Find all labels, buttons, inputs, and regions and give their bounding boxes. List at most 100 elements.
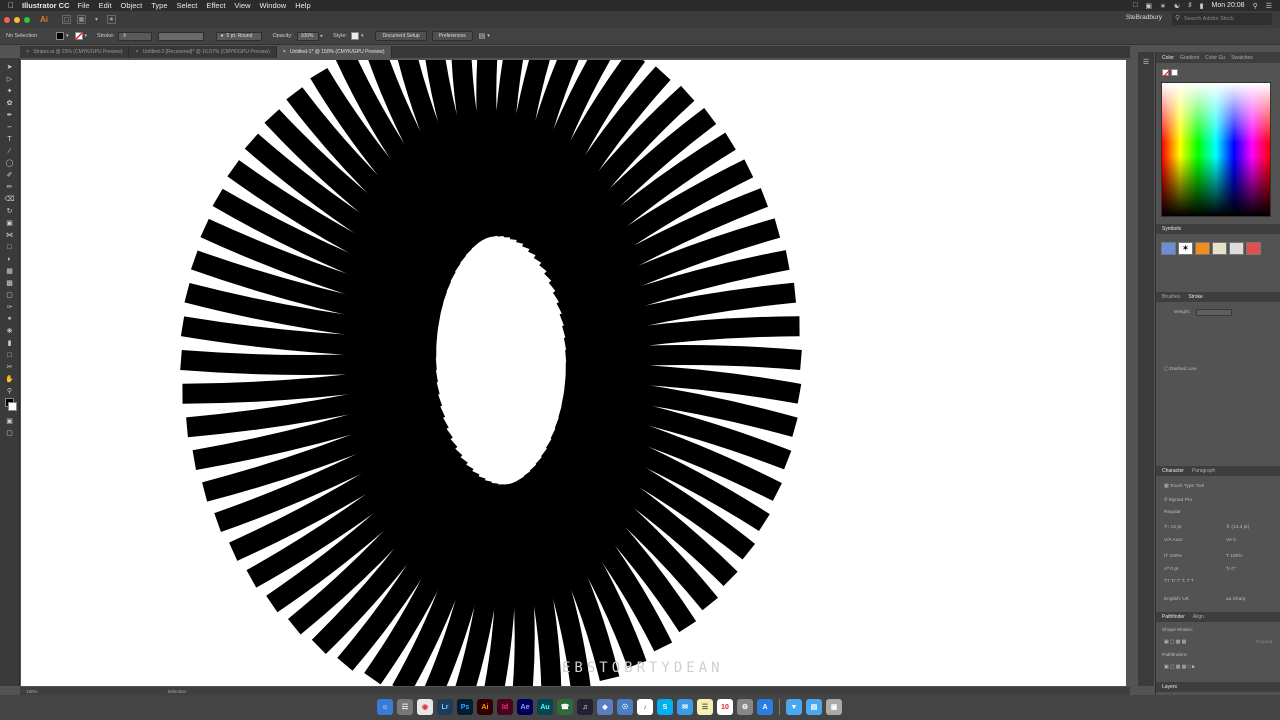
symbol-thumb[interactable] xyxy=(1246,242,1261,255)
pathfinder-buttons[interactable]: ▣ ▢ ▩ ▦ □ ■ xyxy=(1164,665,1195,670)
tab-pathfinder[interactable]: Pathfinder xyxy=(1162,614,1185,620)
audition-icon[interactable]: Au xyxy=(537,699,553,715)
facetime-icon[interactable]: ☎ xyxy=(557,699,573,715)
slice-tool-icon[interactable]: ✂ xyxy=(4,361,16,373)
pen-tool-icon[interactable]: ✒ xyxy=(4,109,16,121)
indesign-icon[interactable]: Id xyxy=(497,699,513,715)
pencil-tool-icon[interactable]: ✏ xyxy=(4,181,16,193)
torus-stripe[interactable] xyxy=(180,350,437,375)
tracking-field[interactable]: VA 0 xyxy=(1226,538,1236,543)
zoom-window-button[interactable] xyxy=(24,16,30,23)
arrange-icon[interactable]: ▤ xyxy=(479,32,486,40)
character-rotation-field[interactable]: ↻ 0° xyxy=(1226,567,1236,572)
notification-center-icon[interactable]: ☰ xyxy=(1266,2,1272,10)
tab-gradient[interactable]: Gradient xyxy=(1180,55,1199,61)
dashed-line-checkbox[interactable]: ▢ Dashed Line xyxy=(1164,367,1197,372)
eyedropper-tool-icon[interactable]: ✑ xyxy=(4,301,16,313)
tab-color-guide[interactable]: Color Gu xyxy=(1205,55,1225,61)
fill-stroke-swap-icon[interactable] xyxy=(4,397,17,415)
color-spectrum[interactable] xyxy=(1161,82,1271,217)
tab-align[interactable]: Align xyxy=(1193,614,1204,620)
safari-icon[interactable]: ☉ xyxy=(617,699,633,715)
brush-definition[interactable]: ● 5 pt. Round xyxy=(216,31,263,41)
menu-object[interactable]: Object xyxy=(121,1,143,10)
language-field[interactable]: English: UK xyxy=(1164,597,1189,602)
paintbrush-tool-icon[interactable]: ✐ xyxy=(4,169,16,181)
adobe-stock-search[interactable]: ⚲ Search Adobe Stock xyxy=(1172,13,1272,25)
horizontal-scale-field[interactable]: T 100% xyxy=(1226,554,1242,559)
documents-folder-icon[interactable]: ▤ xyxy=(806,699,822,715)
battery-icon[interactable]: ▮ xyxy=(1200,2,1204,10)
camera-icon[interactable]: □ xyxy=(1133,2,1137,9)
none-swatch[interactable] xyxy=(1162,69,1171,78)
gradient-tool-icon[interactable]: ▢ xyxy=(4,289,16,301)
vertical-scale-field[interactable]: IT 100% xyxy=(1164,554,1182,559)
kerning-field[interactable]: V/A Auto xyxy=(1164,538,1182,543)
photoshop-icon[interactable]: Ps xyxy=(457,699,473,715)
perspective-grid-tool-icon[interactable]: ▦ xyxy=(4,265,16,277)
bluetooth-icon[interactable]: ∗ xyxy=(1160,2,1166,10)
skype-icon[interactable]: S xyxy=(657,699,673,715)
tab-untitled-1[interactable]: × Untitled-1* @ 150% (CMYK/GPU Preview) xyxy=(276,46,392,58)
symbol-sprayer-tool-icon[interactable]: ❋ xyxy=(4,325,16,337)
menu-type[interactable]: Type xyxy=(151,1,167,10)
calendar-icon[interactable]: 10 xyxy=(717,699,733,715)
rotate-tool-icon[interactable]: ↻ xyxy=(4,205,16,217)
menu-select[interactable]: Select xyxy=(177,1,198,10)
mesh-tool-icon[interactable]: ▩ xyxy=(4,277,16,289)
lightroom-icon[interactable]: Lr xyxy=(437,699,453,715)
downloads-folder-icon[interactable]: ▼ xyxy=(786,699,802,715)
type-tool-icon[interactable]: T xyxy=(4,133,16,145)
variable-width-profile[interactable] xyxy=(158,31,205,41)
free-transform-tool-icon[interactable]: □ xyxy=(4,241,16,253)
clock[interactable]: Mon 20:08 xyxy=(1211,2,1244,9)
tab-color[interactable]: Color xyxy=(1162,55,1174,61)
close-tab-icon[interactable]: × xyxy=(135,49,138,55)
fill-swatch[interactable] xyxy=(56,32,64,40)
app-store-icon[interactable]: A xyxy=(757,699,773,715)
music-app-icon[interactable]: ♫ xyxy=(577,699,593,715)
width-tool-icon[interactable]: ⋈ xyxy=(4,229,16,241)
stroke-weight-field[interactable]: ⇕ xyxy=(118,31,153,41)
arrange-documents-icon[interactable]: ▦ xyxy=(77,15,86,24)
symbol-thumb[interactable]: ✶ xyxy=(1178,242,1193,255)
trash-icon[interactable]: ▣ xyxy=(826,699,842,715)
itunes-icon[interactable]: ♪ xyxy=(637,699,653,715)
tab-untitled-2[interactable]: × Untitled-2 [Recovered]* @ 16.67% (CMYK/… xyxy=(129,46,277,58)
zoom-level[interactable]: 150% xyxy=(26,689,38,694)
tab-paragraph[interactable]: Paragraph xyxy=(1192,468,1215,474)
font-size-field[interactable]: T↕ 12 pt xyxy=(1164,525,1181,530)
shape-builder-tool-icon[interactable]: ◐ xyxy=(4,253,16,265)
launchpad-icon[interactable]: ☷ xyxy=(397,699,413,715)
document-setup-button[interactable]: Document Setup xyxy=(375,31,427,41)
lasso-tool-icon[interactable]: ✿ xyxy=(4,97,16,109)
font-style-field[interactable]: Regular xyxy=(1164,510,1181,515)
canvas-area[interactable]: EBSTOBRTYDEAN xyxy=(20,58,1130,686)
direct-selection-tool-icon[interactable]: ▷ xyxy=(4,73,16,85)
messages-icon[interactable]: ✉ xyxy=(677,699,693,715)
tab-stroke[interactable]: Stroke xyxy=(1188,294,1202,300)
close-window-button[interactable] xyxy=(4,16,10,23)
stroke-dropdown-icon[interactable]: ▾ xyxy=(85,33,88,39)
magic-wand-tool-icon[interactable]: ✦ xyxy=(4,85,16,97)
chevron-down-icon[interactable]: ▾ xyxy=(92,15,101,24)
curvature-tool-icon[interactable]: ∽ xyxy=(4,121,16,133)
eraser-tool-icon[interactable]: ⌫ xyxy=(4,193,16,205)
system-preferences-icon[interactable]: ⚙ xyxy=(737,699,753,715)
artboard[interactable]: EBSTOBRTYDEAN xyxy=(21,60,1126,686)
font-family-field[interactable]: ⚲ Myriad Pro xyxy=(1164,498,1192,503)
opacity-arrow-icon[interactable]: ▸ xyxy=(321,33,324,39)
close-tab-icon[interactable]: × xyxy=(283,49,286,55)
finder-icon[interactable]: ☺ xyxy=(377,699,393,715)
close-tab-icon[interactable]: × xyxy=(26,49,29,55)
artboard-tool-icon[interactable]: □ xyxy=(4,349,16,361)
preferences-button[interactable]: Preferences xyxy=(431,31,473,41)
baseline-shift-field[interactable]: Aª 0 pt xyxy=(1164,567,1178,572)
striped-torus-artwork[interactable] xyxy=(21,60,1126,686)
expand-button[interactable]: Expand xyxy=(1256,640,1272,645)
image-capture-icon[interactable]: ◈ xyxy=(597,699,613,715)
menu-view[interactable]: View xyxy=(234,1,250,10)
menu-effect[interactable]: Effect xyxy=(206,1,225,10)
symbol-thumb[interactable] xyxy=(1161,242,1176,255)
graphic-style-swatch[interactable] xyxy=(350,32,359,40)
